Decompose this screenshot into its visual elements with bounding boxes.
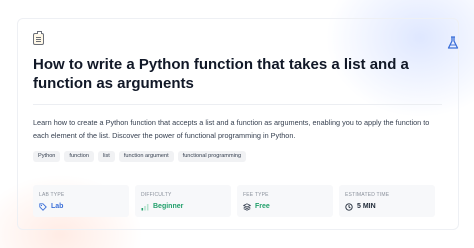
fee-type-text: Free: [255, 203, 270, 210]
estimated-time-box: ESTIMATED TIME 5 MIN: [339, 185, 435, 217]
lab-info-row: LAB TYPE Lab DIFFICULTY Beginner FEE TYP…: [33, 185, 435, 217]
flask-icon[interactable]: [446, 36, 460, 50]
fee-type-box: FEE TYPE Free: [237, 185, 333, 217]
tag-function-argument[interactable]: function argument: [118, 151, 174, 162]
lab-description: Learn how to create a Python function th…: [33, 118, 430, 140]
tag-list: Python function list function argument f…: [33, 151, 247, 162]
page-title: How to write a Python function that take…: [33, 56, 409, 92]
estimated-time-value: 5 MIN: [345, 202, 429, 211]
difficulty-box: DIFFICULTY Beginner: [135, 185, 231, 217]
tag-python[interactable]: Python: [33, 151, 61, 162]
estimated-time-text: 5 MIN: [357, 203, 376, 210]
difficulty-label: DIFFICULTY: [141, 192, 172, 198]
tag-function[interactable]: function: [64, 151, 95, 162]
clipboard-icon: [33, 31, 44, 45]
page: How to write a Python function that take…: [0, 0, 474, 248]
divider: [33, 104, 442, 105]
difficulty-value: Beginner: [141, 202, 225, 211]
clock-icon: [345, 202, 353, 211]
lab-type-box: LAB TYPE Lab: [33, 185, 129, 217]
tag-functional-programming[interactable]: functional programming: [177, 151, 247, 162]
fee-type-label: FEE TYPE: [243, 192, 269, 198]
fee-type-value: Free: [243, 202, 327, 211]
stack-icon: [243, 202, 251, 211]
estimated-time-label: ESTIMATED TIME: [345, 192, 390, 198]
lab-type-value: Lab: [39, 202, 123, 211]
lab-type-text: Lab: [51, 203, 64, 210]
tag-icon: [39, 202, 47, 211]
tag-list[interactable]: list: [98, 151, 115, 162]
lab-type-label: LAB TYPE: [39, 192, 65, 198]
signal-icon: [141, 203, 149, 210]
difficulty-text: Beginner: [153, 203, 184, 210]
